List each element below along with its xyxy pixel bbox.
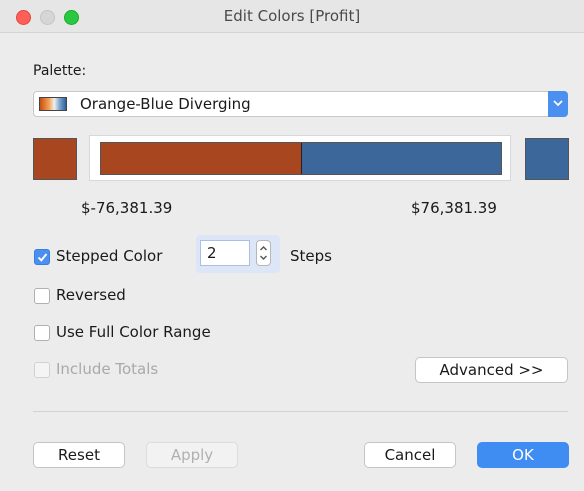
- palette-gradient-icon: [39, 97, 67, 111]
- range-min-label: $-76,381.39: [81, 199, 173, 217]
- cancel-button[interactable]: Cancel: [364, 442, 456, 468]
- advanced-button[interactable]: Advanced >>: [415, 357, 568, 383]
- ok-button[interactable]: OK: [477, 442, 569, 468]
- steps-label: Steps: [290, 247, 332, 265]
- palette-dropdown[interactable]: Orange-Blue Diverging: [33, 91, 568, 117]
- start-color-swatch[interactable]: [33, 138, 77, 180]
- include-totals-checkbox[interactable]: [34, 362, 50, 378]
- edit-colors-dialog: Edit Colors [Profit] Palette: Orange-Blu…: [0, 0, 584, 491]
- window-title: Edit Colors [Profit]: [223, 7, 361, 25]
- stepper-arrows-icon: [260, 246, 267, 260]
- palette-selected-value: Orange-Blue Diverging: [80, 95, 251, 113]
- palette-label: Palette:: [33, 63, 87, 79]
- end-color-swatch[interactable]: [525, 138, 569, 180]
- stepped-color-checkbox[interactable]: [34, 249, 50, 265]
- dropdown-chevron-icon[interactable]: [548, 91, 568, 117]
- divider: [33, 411, 568, 412]
- color-ramp: [89, 135, 511, 181]
- ramp-step-blue: [300, 143, 501, 174]
- reversed-checkbox[interactable]: [34, 288, 50, 304]
- stepped-color-label: Stepped Color: [56, 247, 163, 265]
- full-color-range-checkbox[interactable]: [34, 325, 50, 341]
- reversed-label: Reversed: [56, 286, 126, 304]
- reset-button[interactable]: Reset: [33, 442, 125, 468]
- steps-input[interactable]: 2: [200, 240, 250, 266]
- apply-button[interactable]: Apply: [146, 442, 238, 468]
- title-bar: Edit Colors [Profit]: [0, 0, 584, 33]
- steps-field-focus: 2: [196, 235, 280, 273]
- range-max-label: $76,381.39: [411, 199, 497, 217]
- full-color-range-label: Use Full Color Range: [56, 323, 211, 341]
- include-totals-label: Include Totals: [56, 360, 159, 378]
- steps-stepper[interactable]: [256, 240, 271, 266]
- ramp-step-orange: [101, 143, 301, 174]
